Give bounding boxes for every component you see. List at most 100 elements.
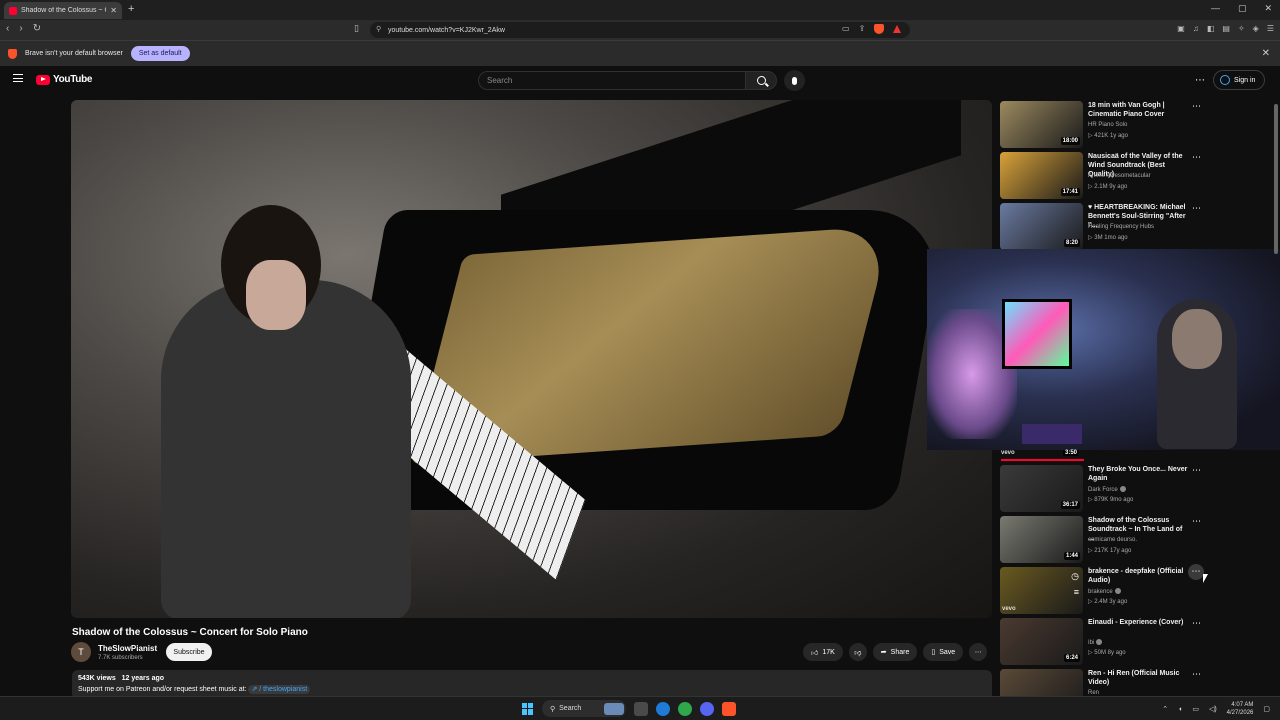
vpn-icon[interactable]: ◈	[1253, 24, 1259, 33]
rec-item[interactable]: 18:00 18 min with Van Gogh | Cinematic P…	[1000, 101, 1270, 149]
rec-item[interactable]: 6:24 Einaudi - Experience (Cover) Ibi ▷ …	[1000, 618, 1270, 666]
rec-thumbnail[interactable]: 1:44	[1000, 516, 1083, 563]
voice-search-button[interactable]	[784, 70, 805, 91]
minimize-icon[interactable]: —	[1211, 3, 1220, 14]
site-info-icon[interactable]: ⚲	[376, 25, 381, 33]
maximize-icon[interactable]: ▢	[1238, 3, 1247, 14]
rec-channel[interactable]: Anime Awesometacular	[1088, 173, 1151, 179]
task-view-icon[interactable]	[634, 701, 648, 716]
back-icon[interactable]: ‹	[6, 23, 9, 34]
rec-duration: 36:17	[1060, 501, 1080, 509]
edge-icon[interactable]	[656, 701, 670, 716]
close-window-icon[interactable]: ✕	[1264, 3, 1272, 14]
brave-rewards-icon[interactable]	[893, 25, 902, 33]
rec-more-icon[interactable]: ⋯	[1192, 669, 1201, 680]
dislike-button[interactable]: 👎︎	[848, 643, 867, 661]
rec-title[interactable]: brakence - deepfake (Official Audio)	[1088, 567, 1188, 585]
new-tab-icon[interactable]: +	[128, 3, 134, 15]
rec-thumbnail[interactable]: 6:24	[1000, 618, 1083, 665]
rec-channel[interactable]: Dark Force	[1088, 486, 1126, 493]
rec-item[interactable]: 8:20 ♥ HEARTBREAKING: Michael Bennett's …	[1000, 203, 1270, 251]
save-button[interactable]: ▯ Save	[923, 643, 964, 661]
wallet-icon[interactable]: ▣	[1177, 24, 1185, 33]
leo-icon[interactable]: ✧	[1238, 24, 1245, 33]
bookmark-icon[interactable]: ▯	[354, 23, 359, 34]
rec-more-icon[interactable]: ⋯	[1192, 516, 1201, 527]
rec-more-icon[interactable]: ⋯	[1188, 564, 1204, 580]
video-meta: 543K views 12 years ago	[78, 675, 986, 682]
add-to-queue-icon[interactable]: ≡	[1074, 587, 1079, 597]
clock-date: 4/27/2026	[1226, 710, 1254, 716]
share-page-icon[interactable]: ⇪	[859, 24, 866, 34]
webcam-overlay	[927, 249, 1280, 450]
rec-channel[interactable]: Healing Frequency Hubs	[1088, 224, 1154, 230]
rec-more-icon[interactable]: ⋯	[1192, 152, 1201, 163]
wallet2-icon[interactable]: ▤	[1222, 24, 1230, 33]
chrome-icon[interactable]	[678, 701, 692, 716]
rec-thumbnail[interactable]: ◷ ≡ vevo	[1000, 567, 1083, 614]
tab-close-icon[interactable]: ✕	[110, 6, 117, 15]
channel-avatar[interactable]: T	[71, 642, 91, 662]
rec-more-icon[interactable]: ⋯	[1192, 101, 1201, 112]
like-button[interactable]: 👍︎ 17K	[803, 643, 843, 661]
tray-overflow-icon[interactable]: ⌃	[1162, 705, 1168, 713]
volume-icon[interactable]: ◁)	[1209, 705, 1217, 713]
rec-more-icon[interactable]: ⋯	[1192, 203, 1201, 214]
share-button[interactable]: ➦ Share	[872, 643, 918, 661]
channel-name[interactable]: TheSlowPianist	[98, 644, 157, 653]
rec-channel[interactable]: Ibi	[1088, 639, 1103, 646]
rec-more-icon[interactable]: ⋯	[1192, 618, 1201, 629]
scrollbar-thumb[interactable]	[1274, 104, 1278, 254]
subscribe-button[interactable]: Subscribe	[166, 643, 212, 661]
guide-menu-icon[interactable]	[13, 74, 23, 82]
url-field[interactable]: ⚲ youtube.com/watch?v=KJ2Kwr_2Akw	[370, 22, 910, 38]
set-default-button[interactable]: Set as default	[130, 46, 190, 61]
reload-icon[interactable]: ↻	[33, 23, 41, 34]
mic-tray-icon[interactable]: ◖	[1178, 706, 1182, 713]
rec-thumbnail[interactable]: 18:00	[1000, 101, 1083, 148]
rec-thumbnail[interactable]	[1000, 669, 1083, 696]
youtube-logo[interactable]: YouTube	[36, 74, 93, 85]
video-player[interactable]	[71, 100, 992, 618]
rec-channel[interactable]: brakence	[1088, 588, 1121, 595]
rec-more-icon[interactable]: ⋯	[1192, 465, 1201, 476]
settings-more-icon[interactable]: ⋯	[1195, 75, 1205, 86]
forward-icon[interactable]: ›	[19, 23, 22, 34]
rec-thumbnail[interactable]: 17:41	[1000, 152, 1083, 199]
sign-in-button[interactable]: Sign in	[1213, 70, 1265, 90]
cast-icon[interactable]: ▭	[842, 24, 850, 34]
search-input[interactable]: Search	[478, 71, 746, 90]
menu-icon[interactable]: ☰	[1267, 24, 1274, 33]
taskbar-clock[interactable]: 4:07 AM 4/27/2026	[1227, 701, 1254, 717]
notice-close-icon[interactable]: ✕	[1262, 48, 1270, 59]
page-scrollbar[interactable]	[1274, 104, 1278, 694]
rec-item[interactable]: 1:44 Shadow of the Colossus Soundtrack ~…	[1000, 516, 1270, 564]
notifications-icon[interactable]: ▢	[1263, 705, 1270, 713]
rec-item[interactable]: ◷ ≡ vevo brakence - deepfake (Official A…	[1000, 564, 1270, 615]
rec-channel-name: brakence	[1088, 589, 1113, 595]
rec-title[interactable]: Ren - Hi Ren (Official Music Video)	[1088, 669, 1188, 687]
rec-thumbnail[interactable]: 36:17	[1000, 465, 1083, 512]
taskbar-search[interactable]: ⚲ Search	[542, 700, 626, 717]
sidebar-icon[interactable]: ◧	[1207, 24, 1215, 33]
rec-title[interactable]: 18 min with Van Gogh | Cinematic Piano C…	[1088, 101, 1188, 119]
rec-title[interactable]: They Broke You Once... Never Again	[1088, 465, 1188, 483]
more-actions-button[interactable]: ⋯	[969, 643, 988, 661]
rec-item[interactable]: 36:17 They Broke You Once... Never Again…	[1000, 465, 1270, 513]
watch-later-icon[interactable]: ◷	[1071, 571, 1079, 582]
brave-taskbar-icon[interactable]	[722, 701, 736, 716]
rec-item[interactable]: 17:41 Nausicaä of the Valley of the Wind…	[1000, 152, 1270, 200]
network-icon[interactable]: ▭	[1192, 705, 1199, 713]
search-button[interactable]	[745, 71, 777, 90]
discord-icon[interactable]	[700, 701, 714, 716]
rec-thumbnail[interactable]: 8:20	[1000, 203, 1083, 250]
music-icon[interactable]: ♫	[1193, 24, 1199, 33]
brave-shields-icon[interactable]	[874, 24, 885, 34]
tab-youtube[interactable]: Shadow of the Colossus ~ Co ✕	[4, 2, 122, 19]
rec-channel[interactable]: HR Piano Solo	[1088, 122, 1127, 128]
rec-item[interactable]: Ren - Hi Ren (Official Music Video) Ren …	[1000, 669, 1270, 696]
patreon-link[interactable]: ⇗ / theslowpianist	[248, 685, 311, 694]
windows-start-icon[interactable]	[522, 702, 534, 715]
rec-channel[interactable]: comicame deurso.	[1088, 537, 1137, 543]
rec-title[interactable]: Einaudi - Experience (Cover)	[1088, 618, 1188, 627]
